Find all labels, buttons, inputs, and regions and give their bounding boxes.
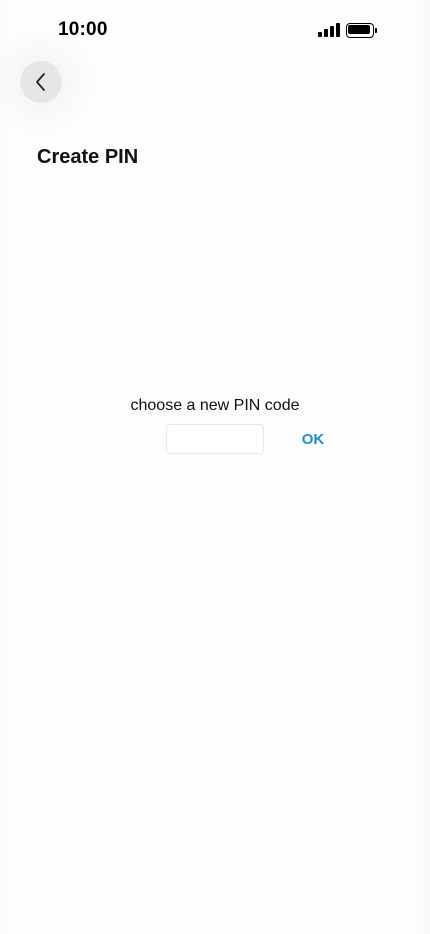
ok-button[interactable]: OK <box>294 426 332 452</box>
pin-prompt-label: choose a new PIN code <box>130 397 300 414</box>
background-shade <box>0 0 430 934</box>
create-pin-screen: 10:00 Create PIN choose a new PIN code O… <box>0 0 430 934</box>
chevron-left-icon <box>36 73 45 91</box>
page-title: Create PIN <box>37 146 139 168</box>
back-button[interactable] <box>20 61 62 103</box>
battery-icon <box>346 23 378 38</box>
pin-input[interactable] <box>166 424 264 454</box>
status-time: 10:00 <box>58 19 108 40</box>
cellular-signal-icon <box>318 23 340 37</box>
status-bar: 10:00 <box>0 0 430 60</box>
